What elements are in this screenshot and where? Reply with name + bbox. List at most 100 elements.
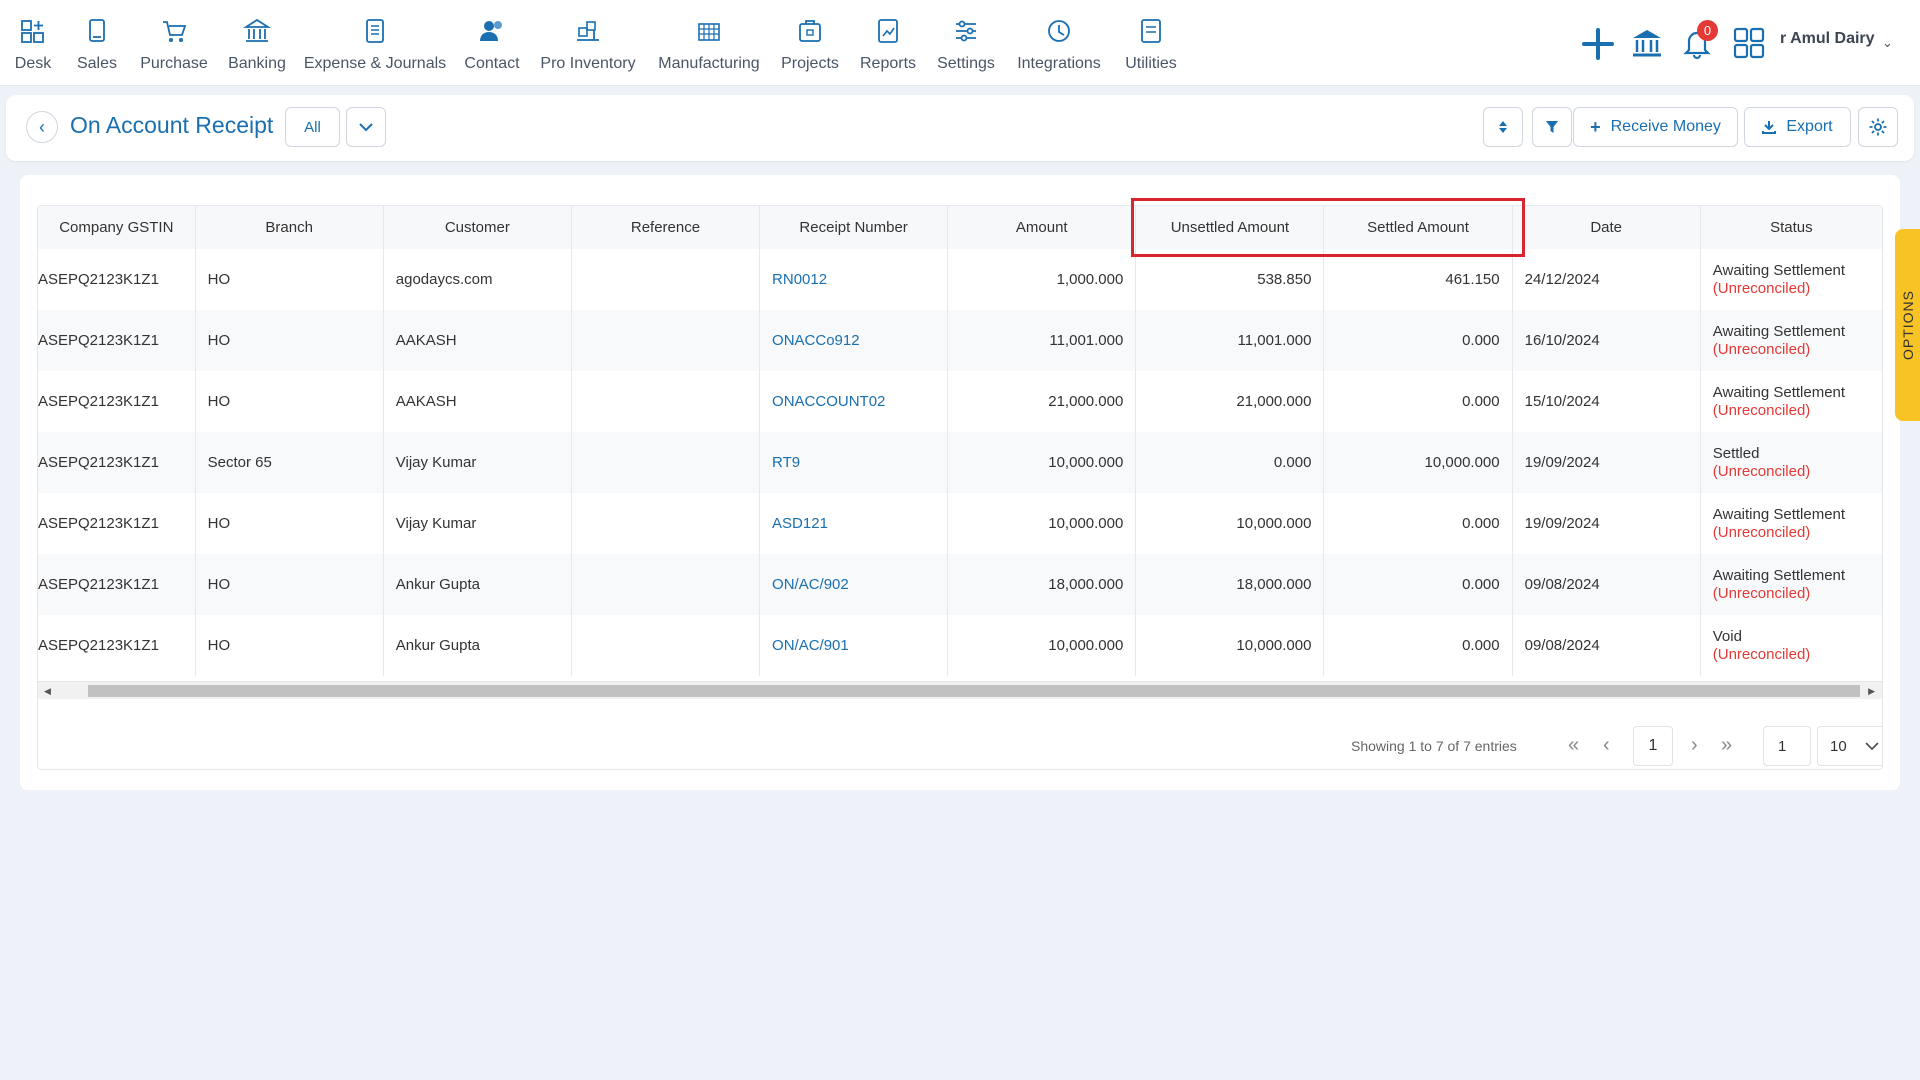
cell-gstin: ASEPQ2123K1Z1 <box>38 615 196 676</box>
cell-settled: 0.000 <box>1323 554 1513 615</box>
cell-status: Awaiting Settlement (Unreconciled) <box>1700 371 1882 432</box>
table-row[interactable]: ASEPQ2123K1Z1 HO agodaycs.com RN0012 1,0… <box>38 249 1882 310</box>
cell-amount: 10,000.000 <box>947 432 1137 493</box>
receipt-number-link[interactable]: ONACCo912 <box>759 310 949 371</box>
col-date[interactable]: Date <box>1512 206 1701 249</box>
table-settings-button[interactable] <box>1858 107 1898 147</box>
col-receipt-number[interactable]: Receipt Number <box>759 206 949 249</box>
cell-status: Awaiting Settlement (Unreconciled) <box>1700 249 1882 310</box>
cell-customer: Vijay Kumar <box>383 432 572 493</box>
prev-page-icon[interactable]: ‹ <box>1603 734 1610 757</box>
options-label: OPTIONS <box>1899 289 1916 360</box>
nav-reports[interactable]: Reports <box>858 0 918 86</box>
first-page-icon[interactable]: « <box>1568 734 1579 757</box>
cell-unsettled: 10,000.000 <box>1135 493 1325 554</box>
horizontal-scrollbar[interactable]: ◀ ▶ <box>38 681 1882 699</box>
filter-button[interactable] <box>1532 107 1572 147</box>
receipts-table: Company GSTIN Branch Customer Reference … <box>38 206 1882 676</box>
receipt-number-link[interactable]: RT9 <box>759 432 949 493</box>
cell-customer: Vijay Kumar <box>383 493 572 554</box>
company-selector[interactable]: r Amul Dairy <box>1780 30 1875 48</box>
download-icon <box>1762 121 1777 134</box>
status-text: Settled <box>1712 444 1760 462</box>
cell-settled: 0.000 <box>1323 310 1513 371</box>
cell-date: 19/09/2024 <box>1512 432 1701 493</box>
next-page-icon[interactable]: › <box>1691 734 1698 757</box>
table-row[interactable]: ASEPQ2123K1Z1 HO Ankur Gupta ON/AC/902 1… <box>38 554 1882 615</box>
filter-all-button[interactable]: All <box>285 107 340 147</box>
filter-icon <box>1546 121 1558 133</box>
cell-branch: HO <box>195 310 384 371</box>
col-company-gstin[interactable]: Company GSTIN <box>38 206 196 249</box>
cell-customer: Ankur Gupta <box>383 554 572 615</box>
scroll-right-icon[interactable]: ▶ <box>1868 686 1875 697</box>
chevron-down-icon[interactable]: ⌄ <box>1882 35 1893 51</box>
nav-banking[interactable]: Banking <box>226 0 288 86</box>
export-button[interactable]: Export <box>1744 107 1851 147</box>
reports-icon <box>878 19 898 43</box>
cell-customer: AAKASH <box>383 371 572 432</box>
cell-status: Awaiting Settlement (Unreconciled) <box>1700 310 1882 371</box>
nav-projects[interactable]: Projects <box>780 0 840 86</box>
cell-status: Void (Unreconciled) <box>1700 615 1882 676</box>
nav-manufacturing[interactable]: Manufacturing <box>656 0 762 86</box>
banking-icon <box>243 18 271 42</box>
back-button[interactable]: ‹ <box>26 111 58 143</box>
nav-label: Desk <box>14 55 52 72</box>
last-page-icon[interactable]: » <box>1721 734 1732 757</box>
nav-expense-journals[interactable]: Expense & Journals <box>304 0 446 86</box>
nav-desk[interactable]: Desk <box>8 0 58 86</box>
expense-icon <box>366 19 384 43</box>
goto-page-input[interactable]: 1 <box>1763 726 1811 766</box>
nav-purchase[interactable]: Purchase <box>140 0 208 86</box>
page-size-value: 10 <box>1830 737 1847 755</box>
receipt-number-link[interactable]: RN0012 <box>759 249 949 310</box>
highlight-box <box>1131 198 1525 257</box>
cell-amount: 10,000.000 <box>947 615 1137 676</box>
scrollbar-thumb[interactable] <box>88 685 1860 697</box>
receipt-number-link[interactable]: ASD121 <box>759 493 949 554</box>
status-text: Awaiting Settlement <box>1712 566 1846 584</box>
col-reference[interactable]: Reference <box>571 206 761 249</box>
cell-branch: HO <box>195 615 384 676</box>
nav-integrations[interactable]: Integrations <box>1016 0 1102 86</box>
sort-button[interactable] <box>1483 107 1523 147</box>
scroll-left-icon[interactable]: ◀ <box>44 686 51 697</box>
receipt-number-link[interactable]: ON/AC/902 <box>759 554 949 615</box>
nav-pro-inventory[interactable]: Pro Inventory <box>540 0 636 86</box>
filter-dropdown-button[interactable] <box>346 107 386 147</box>
bank-icon[interactable] <box>1630 26 1664 60</box>
cell-branch: HO <box>195 371 384 432</box>
col-amount[interactable]: Amount <box>947 206 1137 249</box>
receipt-number-link[interactable]: ON/AC/901 <box>759 615 949 676</box>
settings-icon <box>956 20 976 42</box>
nav-utilities[interactable]: Utilities <box>1120 0 1182 86</box>
col-status[interactable]: Status <box>1700 206 1882 249</box>
page-size-select[interactable]: 10 <box>1817 726 1882 766</box>
nav-sales[interactable]: Sales <box>74 0 120 86</box>
col-branch[interactable]: Branch <box>195 206 384 249</box>
status-text: Awaiting Settlement <box>1712 383 1846 401</box>
receive-money-label: Receive Money <box>1610 118 1721 135</box>
nav-settings[interactable]: Settings <box>936 0 996 86</box>
options-tab[interactable]: OPTIONS <box>1895 229 1920 421</box>
status-subtext: (Unreconciled) <box>1712 279 1811 297</box>
col-customer[interactable]: Customer <box>383 206 572 249</box>
table-row[interactable]: ASEPQ2123K1Z1 HO Ankur Gupta ON/AC/901 1… <box>38 615 1882 676</box>
table-row[interactable]: ASEPQ2123K1Z1 Sector 65 Vijay Kumar RT9 … <box>38 432 1882 493</box>
nav-label: Integrations <box>1017 55 1101 72</box>
table-row[interactable]: ASEPQ2123K1Z1 HO AAKASH ONACCOUNT02 21,0… <box>38 371 1882 432</box>
add-icon[interactable] <box>1580 26 1616 62</box>
receipt-number-link[interactable]: ONACCOUNT02 <box>759 371 949 432</box>
inventory-icon <box>577 21 599 41</box>
receive-money-button[interactable]: + Receive Money <box>1573 107 1738 147</box>
cell-date: 16/10/2024 <box>1512 310 1701 371</box>
status-subtext: (Unreconciled) <box>1712 584 1811 602</box>
apps-grid-icon[interactable] <box>1732 26 1766 60</box>
table-row[interactable]: ASEPQ2123K1Z1 HO Vijay Kumar ASD121 10,0… <box>38 493 1882 554</box>
current-page[interactable]: 1 <box>1633 726 1673 766</box>
cell-customer: AAKASH <box>383 310 572 371</box>
table-row[interactable]: ASEPQ2123K1Z1 HO AAKASH ONACCo912 11,001… <box>38 310 1882 371</box>
projects-icon <box>799 20 821 42</box>
nav-contact[interactable]: Contact <box>462 0 522 86</box>
